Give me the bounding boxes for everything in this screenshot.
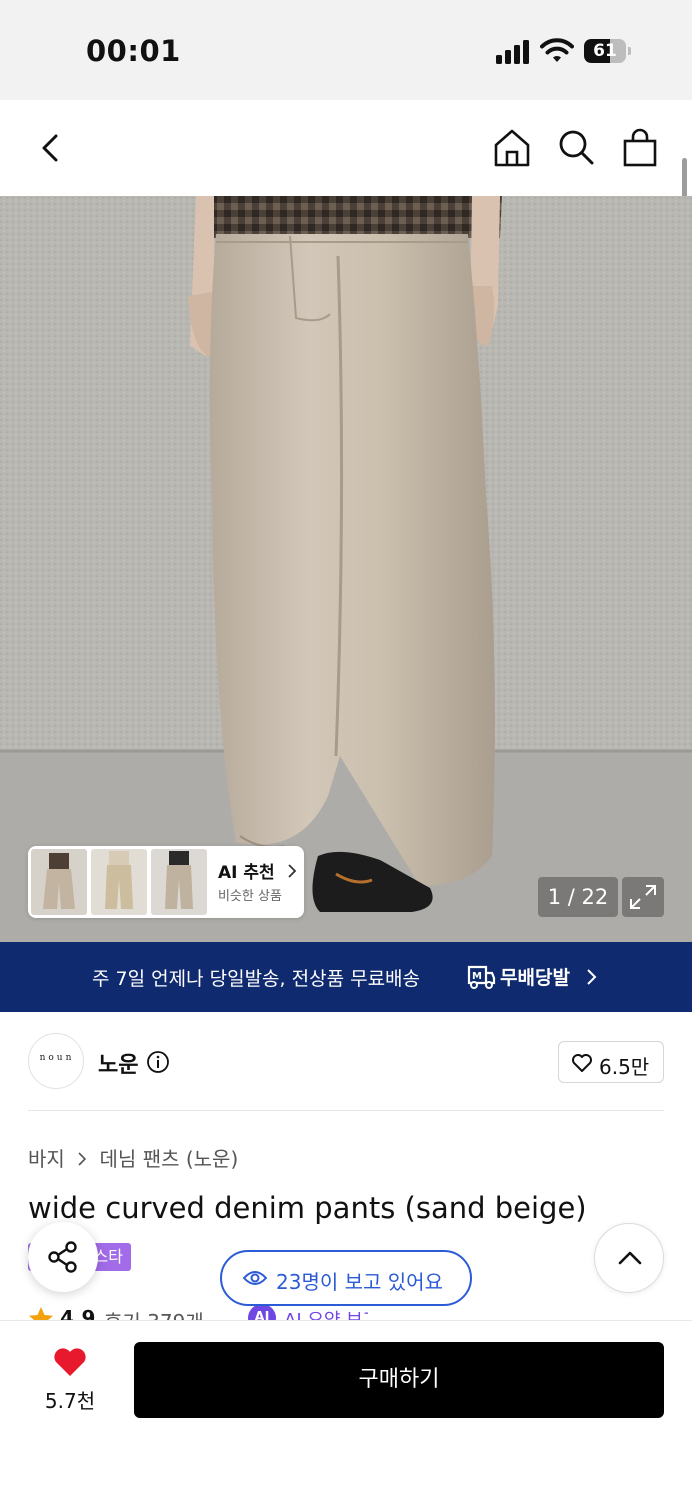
product-image-gallery[interactable] xyxy=(0,196,692,942)
image-counter: 1 / 22 xyxy=(538,877,618,917)
brand-name[interactable]: 노운 xyxy=(98,1047,138,1079)
top-navigation xyxy=(0,100,692,196)
share-icon xyxy=(48,1241,77,1273)
chevron-right-icon xyxy=(78,1152,87,1166)
expand-image-button[interactable] xyxy=(622,877,664,917)
ai-recommend-card[interactable]: AI 추천 비슷한 상품 xyxy=(28,846,304,918)
brand-like-count: 6.5만 xyxy=(599,1055,650,1079)
banner-label: 무배당발 xyxy=(500,967,570,989)
status-time: 00:01 xyxy=(86,34,181,68)
live-viewers-pill: 23명이 보고 있어요 xyxy=(220,1250,472,1306)
recommend-thumbnail[interactable] xyxy=(91,849,147,915)
home-icon[interactable] xyxy=(492,128,532,168)
recommend-thumbnail[interactable] xyxy=(31,849,87,915)
chevron-right-icon xyxy=(587,969,597,985)
ai-recommend-subtitle: 비슷한 상품 xyxy=(218,889,282,904)
heart-filled-icon[interactable] xyxy=(52,1346,88,1378)
share-button[interactable] xyxy=(28,1222,98,1292)
shopping-bag-icon[interactable] xyxy=(620,128,660,168)
banner-text: 주 7일 언제나 당일발송, 전상품 무료배송 xyxy=(92,968,421,990)
wishlist-count: 5.7천 xyxy=(44,1389,96,1413)
product-title: wide curved denim pants (sand beige) xyxy=(28,1191,587,1225)
buy-button[interactable]: 구매하기 xyxy=(134,1342,664,1418)
product-photo xyxy=(0,196,692,942)
scroll-to-top-button[interactable] xyxy=(594,1223,664,1293)
eye-icon xyxy=(242,1271,268,1285)
delivery-truck-icon: M xyxy=(467,965,496,989)
brand-like-button[interactable]: 6.5만 xyxy=(558,1041,664,1083)
svg-text:M: M xyxy=(472,971,482,982)
divider xyxy=(28,1110,664,1111)
breadcrumb-subcategory[interactable]: 데님 팬츠 (노운) xyxy=(100,1147,239,1171)
battery-level: 61 xyxy=(593,41,617,61)
brand-logo[interactable]: noun xyxy=(28,1033,84,1089)
status-bar: 00:01 61 xyxy=(0,0,692,100)
chevron-up-icon xyxy=(618,1251,642,1265)
battery-icon: 61 xyxy=(584,39,631,63)
cellular-signal-icon xyxy=(496,40,530,64)
live-viewers-text: 23명이 보고 있어요 xyxy=(276,1270,443,1294)
search-icon[interactable] xyxy=(556,128,596,168)
heart-outline-icon xyxy=(572,1054,592,1072)
recommend-thumbnail[interactable] xyxy=(151,849,207,915)
back-arrow-icon[interactable] xyxy=(30,128,70,168)
chevron-right-icon xyxy=(287,864,296,878)
info-icon[interactable] xyxy=(146,1050,170,1074)
breadcrumb-category[interactable]: 바지 xyxy=(28,1147,65,1171)
ai-recommend-title: AI 추천 xyxy=(218,858,297,883)
breadcrumb: 바지 데님 팬츠 (노운) xyxy=(28,1143,238,1172)
wifi-icon xyxy=(540,38,574,62)
expand-icon xyxy=(630,885,656,909)
free-shipping-banner[interactable]: 주 7일 언제나 당일발송, 전상품 무료배송 M 무배당발 xyxy=(0,942,692,1012)
